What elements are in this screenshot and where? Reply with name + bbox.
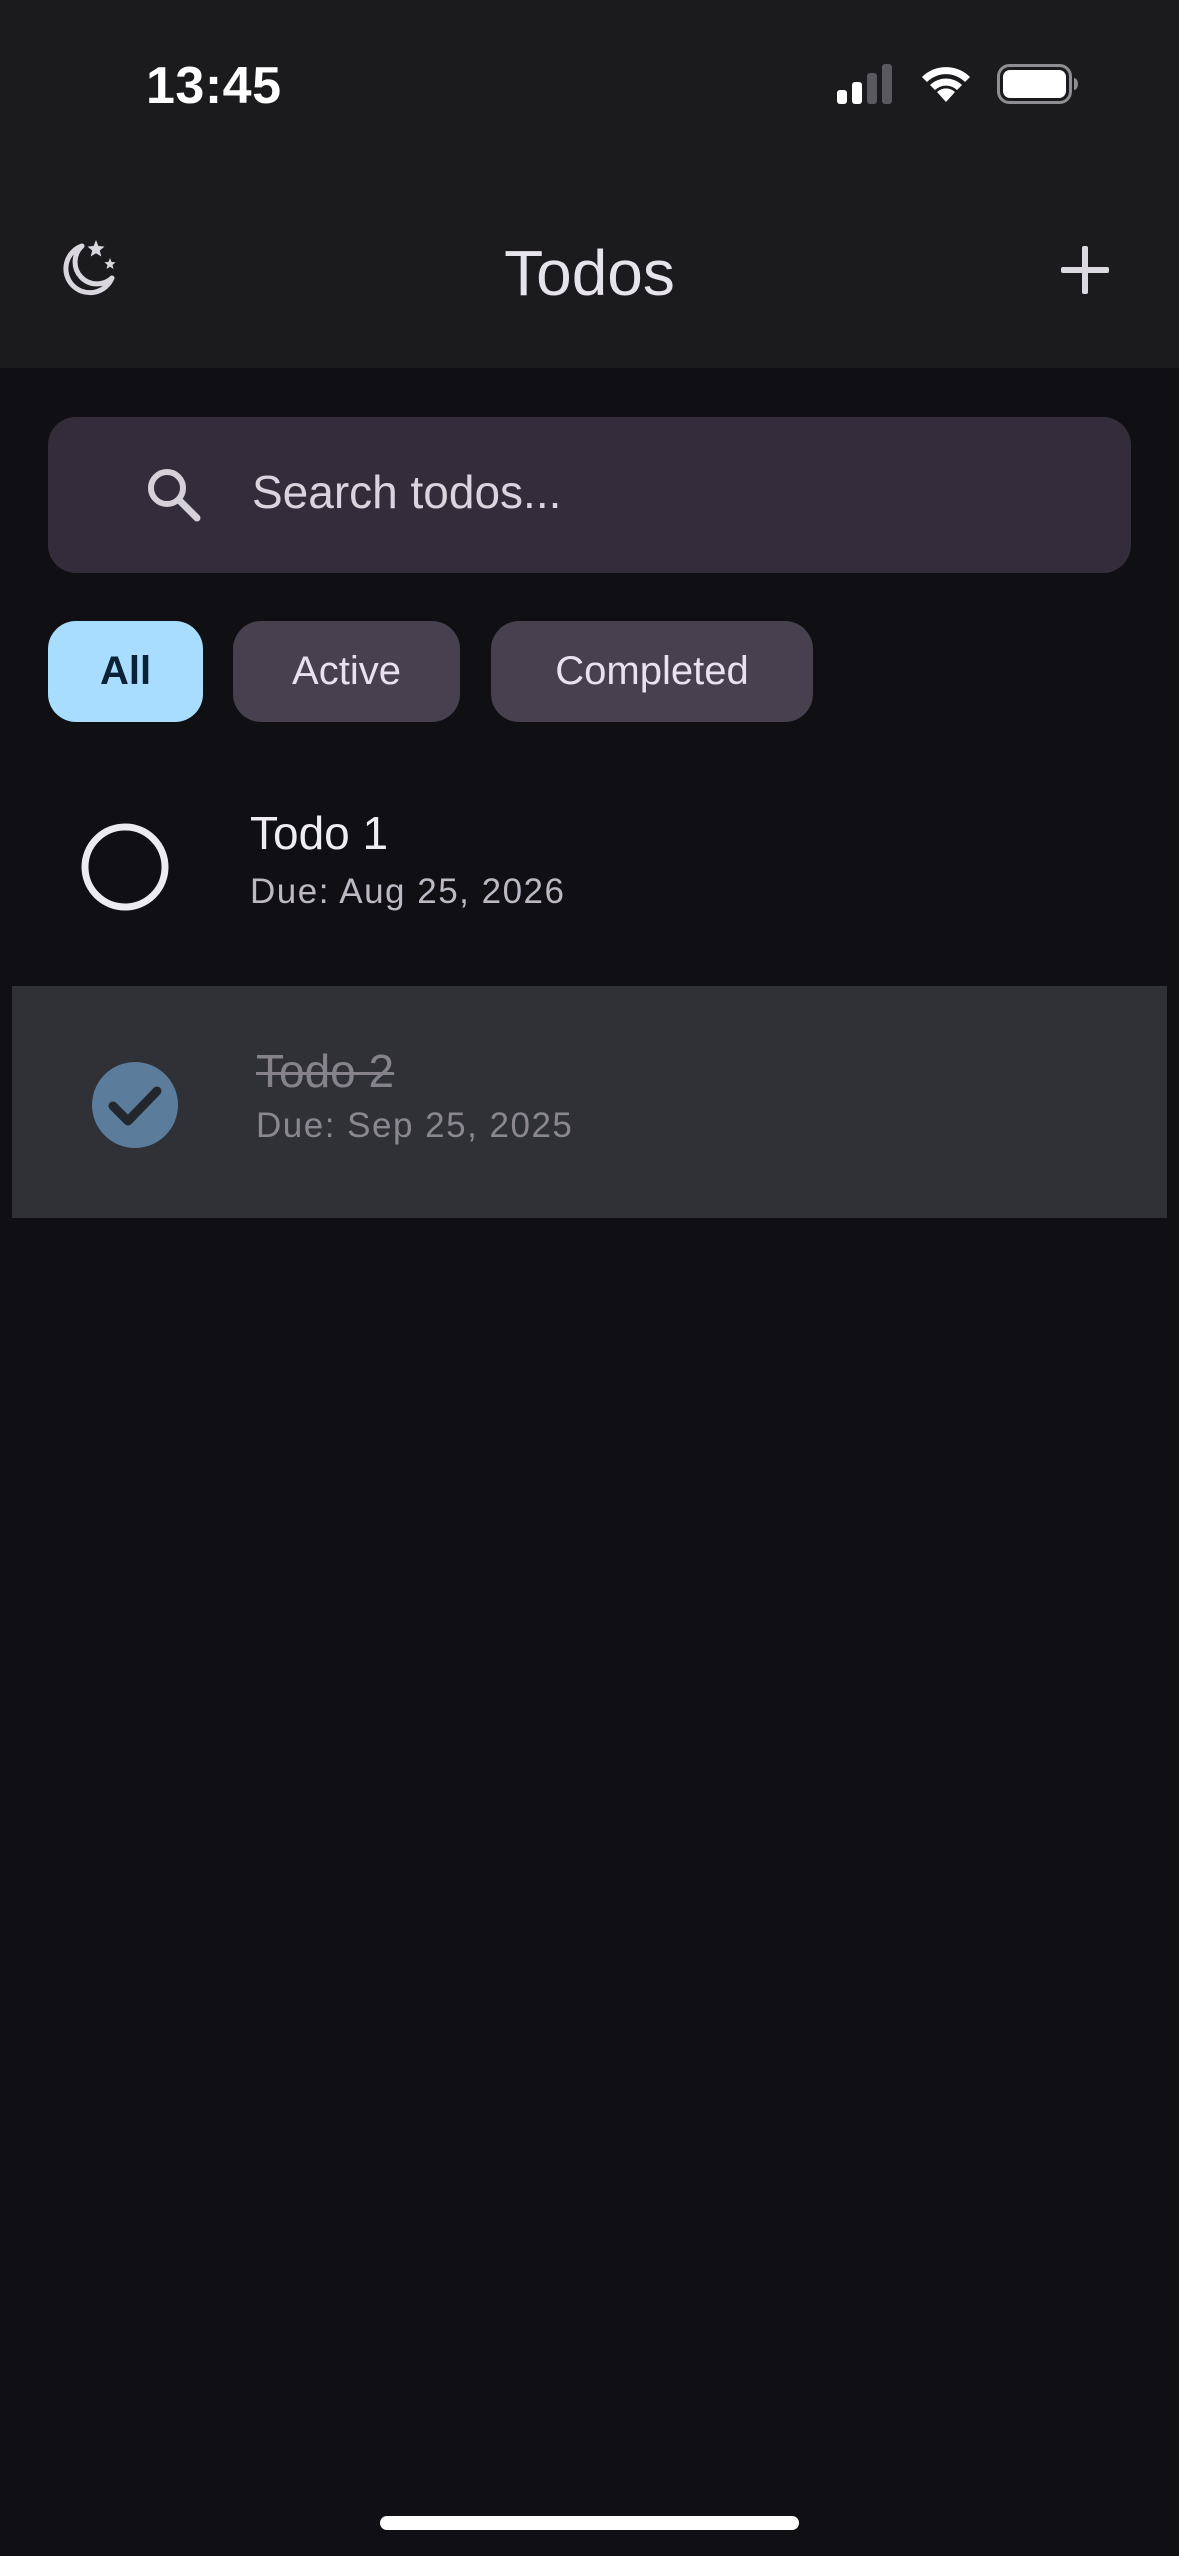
todo-item[interactable]: Todo 2 Due: Sep 25, 2025 <box>12 986 1167 1218</box>
status-time: 13:45 <box>146 57 282 115</box>
status-icons <box>837 64 1079 104</box>
wifi-icon <box>922 67 970 102</box>
todo-due-date: Due: Aug 25, 2026 <box>250 872 566 911</box>
page-title: Todos <box>504 237 675 309</box>
search-icon <box>148 469 201 522</box>
search-input[interactable]: Search todos... <box>48 417 1131 573</box>
todo-item[interactable]: Todo 1 Due: Aug 25, 2026 <box>12 760 1167 980</box>
home-indicator[interactable] <box>380 2516 799 2530</box>
checked-circle-icon[interactable] <box>90 1060 180 1150</box>
todo-due-date: Due: Sep 25, 2025 <box>256 1106 574 1145</box>
todo-title: Todo 1 <box>250 807 389 859</box>
search-placeholder: Search todos... <box>252 466 562 518</box>
filter-chip-active[interactable]: Active <box>233 621 460 722</box>
plus-icon[interactable] <box>1057 242 1113 298</box>
battery-icon <box>997 64 1078 104</box>
todo-title: Todo 2 <box>256 1045 395 1097</box>
filter-chip-completed[interactable]: Completed <box>491 621 813 722</box>
cellular-signal-icon <box>837 64 892 104</box>
filter-chip-all[interactable]: All <box>48 621 203 722</box>
unchecked-circle-icon[interactable] <box>80 822 170 912</box>
